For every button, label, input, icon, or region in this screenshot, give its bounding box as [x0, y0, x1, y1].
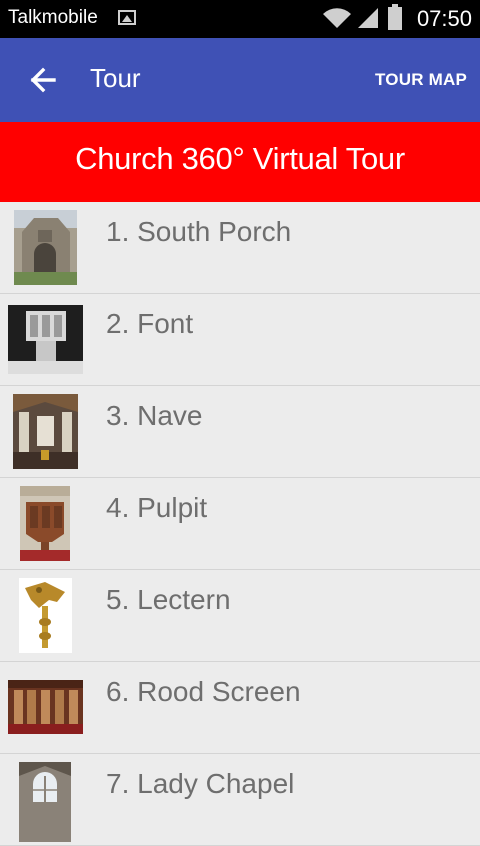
tour-list-item[interactable]: 1. South Porch: [0, 202, 480, 294]
image-notification-icon: [118, 10, 136, 25]
page-title: Tour: [90, 63, 141, 93]
tour-list-item[interactable]: 2. Font: [0, 294, 480, 386]
tour-item-label: 3. Nave: [106, 400, 203, 431]
wifi-icon: [323, 8, 351, 28]
tour-item-label: 4. Pulpit: [106, 492, 208, 523]
tour-banner: Church 360° Virtual Tour: [0, 122, 480, 202]
tour-item-label: 5. Lectern: [106, 584, 231, 615]
signal-icon: [358, 8, 378, 28]
tour-list-item[interactable]: 4. Pulpit: [0, 478, 480, 570]
clock: 07:50: [416, 6, 472, 31]
rood-screen-photo: [8, 680, 83, 734]
nave-photo: [13, 394, 78, 469]
pulpit-photo: [20, 486, 70, 561]
tour-item-label: 2. Font: [106, 308, 194, 339]
tour-item-label: 6. Rood Screen: [106, 676, 301, 707]
tour-item-label: 1. South Porch: [106, 216, 292, 247]
tour-list-item[interactable]: 3. Nave: [0, 386, 480, 478]
font-photo: [8, 305, 83, 374]
app-bar: Tour TOUR MAP: [0, 38, 480, 122]
carrier-name: Talkmobile: [8, 7, 98, 28]
battery-icon: [388, 4, 402, 30]
status-bar: Talkmobile 07:50: [0, 0, 480, 38]
tour-list-item[interactable]: 6. Rood Screen: [0, 662, 480, 754]
lectern-photo: [19, 578, 72, 653]
tour-map-button[interactable]: TOUR MAP: [375, 70, 467, 90]
lady-chapel-photo: [19, 762, 71, 842]
tour-list-item[interactable]: 7. Lady Chapel: [0, 754, 480, 846]
south-porch-photo: [14, 210, 77, 285]
tour-item-label: 7. Lady Chapel: [106, 768, 295, 799]
back-arrow-icon[interactable]: [24, 60, 64, 100]
tour-list-item[interactable]: 5. Lectern: [0, 570, 480, 662]
banner-title: Church 360° Virtual Tour: [75, 141, 405, 176]
tour-list: 1. South Porch 2. Font 3. Nave 4. Pulpit…: [0, 202, 480, 846]
